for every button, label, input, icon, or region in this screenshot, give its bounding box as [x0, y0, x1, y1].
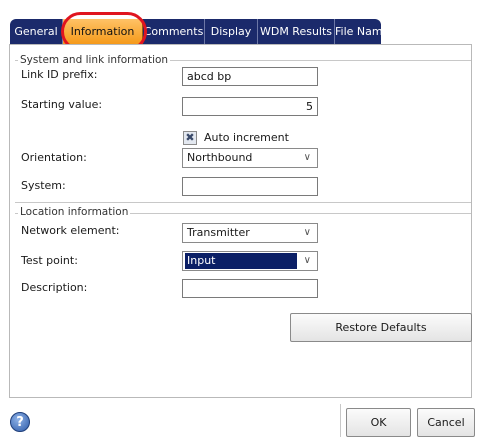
restore-defaults-button[interactable]: Restore Defaults — [290, 313, 472, 342]
system-field[interactable] — [182, 177, 318, 196]
orientation-label: Orientation: — [21, 151, 87, 164]
chevron-down-icon: ∨ — [303, 152, 311, 163]
network-element-select[interactable]: Transmitter ∨ — [182, 223, 318, 243]
checkmark-icon: ✖ — [185, 131, 195, 144]
test-point-value: Input — [185, 253, 297, 269]
orientation-select[interactable]: Northbound ∨ — [182, 148, 318, 168]
ok-button[interactable]: OK — [346, 408, 411, 437]
auto-increment-checkbox[interactable]: ✖ — [183, 131, 197, 145]
starting-value-label: Starting value: — [21, 98, 103, 111]
tab-information[interactable]: Information — [63, 19, 143, 44]
auto-increment-label: Auto increment — [204, 131, 289, 144]
tab-comments[interactable]: Comments — [143, 19, 205, 44]
location-group-title: Location information — [18, 206, 131, 218]
help-icon[interactable]: ? — [10, 412, 30, 432]
chevron-down-icon: ∨ — [303, 255, 311, 266]
description-label: Description: — [21, 281, 88, 294]
tab-file-name[interactable]: File Name — [335, 19, 389, 44]
link-id-prefix-label: Link ID prefix: — [21, 68, 98, 81]
tab-wdm-results[interactable]: WDM Results — [258, 19, 335, 44]
link-id-prefix-field[interactable]: abcd bp — [182, 67, 318, 86]
network-element-label: Network element: — [21, 224, 120, 237]
test-point-select[interactable]: Input ∨ — [182, 251, 318, 271]
starting-value-field[interactable]: 5 — [182, 97, 318, 116]
cancel-button[interactable]: Cancel — [417, 408, 475, 437]
system-label: System: — [21, 179, 66, 192]
description-field[interactable] — [182, 279, 318, 298]
chevron-down-icon: ∨ — [303, 227, 311, 238]
system-link-group-title: System and link information — [18, 54, 171, 66]
footer-divider — [340, 404, 341, 437]
tab-general[interactable]: General — [10, 19, 63, 44]
tab-display[interactable]: Display — [205, 19, 258, 44]
test-point-label: Test point: — [21, 254, 78, 267]
orientation-value: Northbound — [187, 151, 253, 164]
network-element-value: Transmitter — [187, 226, 250, 239]
